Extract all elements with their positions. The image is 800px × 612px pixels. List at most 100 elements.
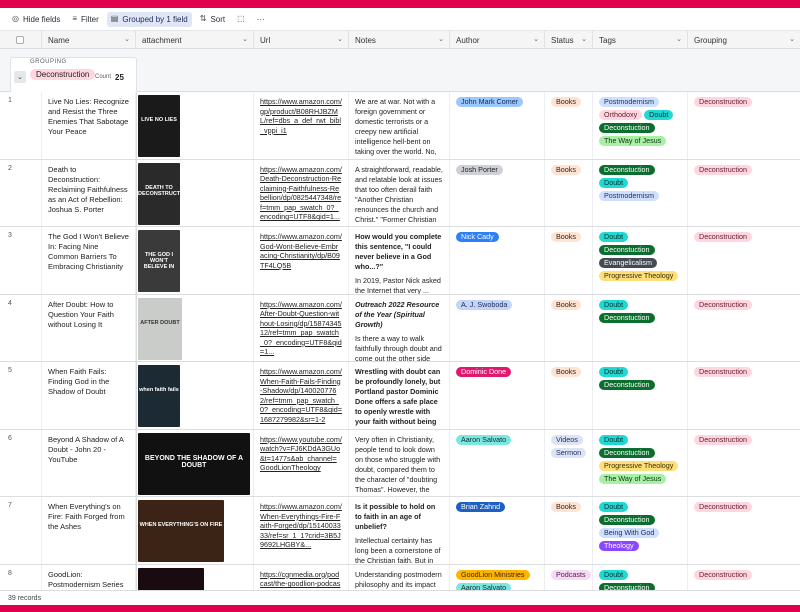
attachment-thumbnail[interactable]: LIVE NO LIES xyxy=(138,95,180,157)
attachment-thumbnail[interactable]: THE GOD I WON'T BELIEVE IN xyxy=(138,230,180,292)
author-cell[interactable]: Brian Zahnd xyxy=(450,497,545,564)
table-row[interactable]: 5 When Faith Fails: Finding God in the Sh… xyxy=(0,362,800,430)
table-row[interactable]: 3 The God I Won't Believe In: Facing Nine… xyxy=(0,227,800,295)
tags-cell[interactable]: Doubt Deconstuction Being With God Theology xyxy=(593,497,688,564)
attachment-cell[interactable]: WHEN EVERYTHING'S ON FIRE xyxy=(136,497,254,564)
chevron-down-icon[interactable]: ⌄ xyxy=(533,35,539,43)
grouping-cell[interactable]: Deconstruction xyxy=(688,92,800,159)
chevron-down-icon[interactable]: ⌄ xyxy=(337,35,343,43)
status-cell[interactable]: Books xyxy=(545,227,593,294)
notes-cell[interactable]: Is it possible to hold on to faith in an… xyxy=(349,497,450,564)
url-cell[interactable]: https://www.amazon.com/After-Doubt-Quest… xyxy=(254,294,349,361)
author-cell[interactable]: Aaron Salvato xyxy=(450,429,545,496)
chevron-down-icon[interactable]: ⌄ xyxy=(581,35,587,43)
grouping-cell[interactable]: Deconstruction xyxy=(688,227,800,294)
status-cell[interactable]: Books xyxy=(545,92,593,159)
notes-cell[interactable]: Outreach 2022 Resource of the Year (Spir… xyxy=(349,294,450,361)
attachment-thumbnail[interactable]: when faith fails xyxy=(138,365,180,427)
row-height-button[interactable]: ⬚ xyxy=(233,12,249,27)
url-cell[interactable]: https://www.amazon.com/When-Faith-Fails-… xyxy=(254,362,349,429)
status-cell[interactable]: Books xyxy=(545,497,593,564)
more-options-button[interactable]: ··· xyxy=(253,12,269,27)
name-cell[interactable]: Death to Deconstruction: Reclaiming Fait… xyxy=(42,159,136,226)
column-header-notes[interactable]: Notes ⌄ xyxy=(349,31,450,49)
status-cell[interactable]: Videos Sermon xyxy=(545,429,593,496)
grouping-cell[interactable]: Deconstruction xyxy=(688,497,800,564)
name-cell[interactable]: When Everything's on Fire: Faith Forged … xyxy=(42,497,136,564)
group-button[interactable]: ▤ Grouped by 1 field xyxy=(106,11,192,27)
column-header-attachment[interactable]: attachment ⌄ xyxy=(136,31,254,49)
filter-button[interactable]: ≡ Filter xyxy=(68,12,102,27)
table-row[interactable]: 7 When Everything's on Fire: Faith Forged… xyxy=(0,497,800,565)
url-link: https://www.amazon.com/Death-Deconstruct… xyxy=(260,164,342,222)
attachment-cell[interactable]: AFTER DOUBT xyxy=(136,294,254,361)
attachment-cell[interactable]: when faith fails xyxy=(136,362,254,429)
table-row[interactable]: 2 Death to Deconstruction: Reclaiming Fai… xyxy=(0,159,800,227)
author-cell[interactable]: A. J. Swoboda xyxy=(450,294,545,361)
url-cell[interactable]: https://www.amazon.com/Death-Deconstruct… xyxy=(254,159,349,226)
author-cell[interactable]: Josh Porter xyxy=(450,159,545,226)
hide-fields-button[interactable]: ◎ Hide fields xyxy=(8,12,64,27)
status-cell[interactable]: Books xyxy=(545,159,593,226)
notes-cell[interactable]: How would you complete this sentence, "I… xyxy=(349,227,450,294)
attachment-thumbnail[interactable]: BEYOND THE SHADOW OF A DOUBT xyxy=(138,432,250,495)
tag-pill: The Way of Jesus xyxy=(599,473,667,484)
chevron-down-icon[interactable]: ⌄ xyxy=(242,35,248,43)
column-header-url[interactable]: Url ⌄ xyxy=(254,31,349,49)
view-toolbar: ◎ Hide fields ≡ Filter ▤ Grouped by 1 fi… xyxy=(0,8,800,31)
name-cell[interactable]: The God I Won't Believe In: Facing Nine … xyxy=(42,227,136,294)
attachment-thumbnail[interactable]: DEATH TO DECONSTRUCTION xyxy=(138,162,180,225)
column-header-status[interactable]: Status ⌄ xyxy=(545,31,593,49)
grouping-cell[interactable]: Deconstruction xyxy=(688,362,800,429)
author-cell[interactable]: Dominic Done xyxy=(450,362,545,429)
tags-cell[interactable]: Doubt Deconstuction xyxy=(593,362,688,429)
table-row[interactable]: 1 Live No Lies: Recognize and Resist the … xyxy=(0,92,800,160)
chevron-down-icon[interactable]: ⌄ xyxy=(124,35,130,43)
tag-pill: Doubt xyxy=(599,434,629,445)
select-all-checkbox[interactable] xyxy=(16,36,24,44)
status-cell[interactable]: Books xyxy=(545,362,593,429)
notes-cell[interactable]: Wrestling with doubt can be profoundly l… xyxy=(349,362,450,429)
url-cell[interactable]: https://www.amazon.com/God-Wont-Believe-… xyxy=(254,227,349,294)
grouping-cell[interactable]: Deconstruction xyxy=(688,295,800,362)
table-row[interactable]: 4 After Doubt: How to Question Your Faith… xyxy=(0,294,800,362)
notes-cell[interactable]: A straightforward, readable, and relatab… xyxy=(349,159,450,226)
grouping-cell[interactable]: Deconstruction xyxy=(688,430,800,497)
tags-cell[interactable]: Doubt Deconstuction Evangelicalism Progress… xyxy=(593,227,688,294)
author-cell[interactable]: Nick Cady xyxy=(450,227,545,294)
name-cell[interactable]: After Doubt: How to Question Your Faith … xyxy=(42,294,136,361)
notes-cell[interactable]: We are at war. Not with a foreign govern… xyxy=(349,92,450,159)
name-cell[interactable]: Live No Lies: Recognize and Resist the T… xyxy=(42,92,136,159)
attachment-thumbnail[interactable]: AFTER DOUBT xyxy=(138,297,182,360)
url-cell[interactable]: https://www.amazon.com/gp/product/B08RHJ… xyxy=(254,92,349,159)
sort-button[interactable]: ⇅ Sort xyxy=(196,12,229,27)
attachment-cell[interactable]: LIVE NO LIES xyxy=(136,92,254,159)
grouping-cell[interactable]: Deconstruction xyxy=(688,160,800,227)
tags-cell[interactable]: Doubt Deconstuction xyxy=(593,294,688,361)
column-header-grouping[interactable]: Grouping ⌄ xyxy=(688,31,800,49)
name-cell[interactable]: When Faith Fails: Finding God in the Sha… xyxy=(42,362,136,429)
chevron-down-icon[interactable]: ⌄ xyxy=(789,35,795,43)
status-cell[interactable]: Books xyxy=(545,294,593,361)
table-row[interactable]: 6 Beyond A Shadow of A Doubt - John 20 - … xyxy=(0,429,800,497)
attachment-thumbnail[interactable]: WHEN EVERYTHING'S ON FIRE xyxy=(138,500,224,562)
notes-cell[interactable]: Very often in Christianity, people tend … xyxy=(349,429,450,496)
attachment-cell[interactable]: DEATH TO DECONSTRUCTION xyxy=(136,159,254,226)
column-header-name[interactable]: Name ⌄ xyxy=(42,31,136,49)
column-header-author[interactable]: Author ⌄ xyxy=(450,31,545,49)
author-cell[interactable]: John Mark Comer xyxy=(450,92,545,159)
url-cell[interactable]: https://www.amazon.com/When-Everythings-… xyxy=(254,497,349,564)
attachment-cell[interactable]: THE GOD I WON'T BELIEVE IN xyxy=(136,227,254,294)
author-pill: Aaron Salvato xyxy=(456,434,512,445)
attachment-cell[interactable]: BEYOND THE SHADOW OF A DOUBT xyxy=(136,429,254,496)
chevron-down-icon[interactable]: ⌄ xyxy=(438,35,444,43)
select-all-header[interactable] xyxy=(0,31,42,49)
tags-cell[interactable]: Postmodernism Orthodoxy Doubt Deconstuction… xyxy=(593,92,688,159)
tags-cell[interactable]: Deconstuction Doubt Postmodernism xyxy=(593,159,688,226)
chevron-down-icon[interactable]: ⌄ xyxy=(676,35,682,43)
column-header-tags[interactable]: Tags ⌄ xyxy=(593,31,688,49)
name-cell[interactable]: Beyond A Shadow of A Doubt - John 20 - Y… xyxy=(42,429,136,496)
collapse-group-toggle[interactable]: ⌄ xyxy=(14,71,26,83)
url-cell[interactable]: https://www.youtube.com/watch?v=FJ6KDdA3… xyxy=(254,429,349,496)
tags-cell[interactable]: Doubt Deconstuction Progressive Theology Th… xyxy=(593,429,688,496)
